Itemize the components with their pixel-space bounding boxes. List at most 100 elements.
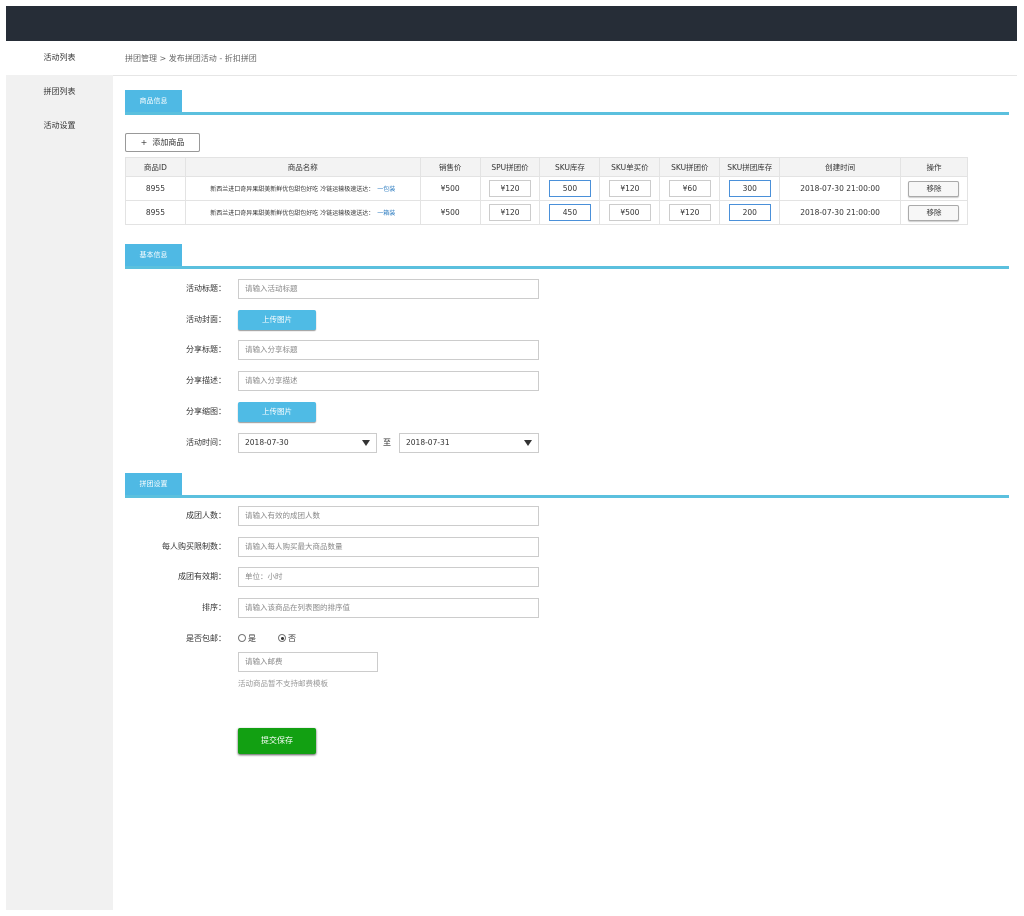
cell-sku-group: ¥120 <box>659 200 721 225</box>
col-header: 操作 <box>899 157 969 177</box>
activity-time-row: 活动时间： 2018-07-30 至 2018-07-31 <box>113 433 1017 453</box>
activity-title-row: 活动标题： 请输入活动标题 <box>113 279 1017 299</box>
sidebar-item-activity-settings[interactable]: 活动设置 <box>6 109 113 143</box>
spec-link[interactable]: 一包装 <box>377 186 395 193</box>
remove-button[interactable]: 移除 <box>908 204 960 221</box>
sku-group-stock-input[interactable]: 200 <box>728 204 771 221</box>
valid-period-label: 成团有效期： <box>178 572 226 581</box>
col-header: SPU拼团价 <box>479 157 541 177</box>
valid-period-row: 成团有效期： 单位：小时 <box>113 567 1017 587</box>
sidebar-item-activity-list[interactable]: 活动列表 <box>6 41 113 75</box>
shipping-no-label: 否 <box>288 634 296 643</box>
activity-time-label: 活动时间： <box>186 438 226 447</box>
share-title-label: 分享标题： <box>186 345 226 354</box>
spec-link[interactable]: 一箱装 <box>377 210 395 217</box>
activity-title-input[interactable]: 请输入活动标题 <box>238 279 539 299</box>
col-header: SKU库存 <box>539 157 601 177</box>
sku-stock-input[interactable]: 450 <box>548 204 591 221</box>
main-content: 拼团管理 > 发布拼团活动 - 折扣拼团 商品信息 + 添加商品 商品ID 商品名… <box>113 41 1017 910</box>
share-desc-input[interactable]: 请输入分享描述 <box>238 371 539 391</box>
submit-save-button[interactable]: 提交保存 <box>238 728 316 754</box>
group-section-title: 拼团设置 <box>125 473 182 495</box>
sidebar: 活动列表 拼团列表 活动设置 <box>6 41 113 910</box>
product-table: 商品ID 商品名称 销售价 SPU拼团价 SKU库存 SKU单买价 SKU拼团价… <box>125 157 969 225</box>
cell-sku-stock: 500 <box>539 176 601 201</box>
top-bar <box>6 6 1017 41</box>
cell-price: ¥500 <box>419 176 481 201</box>
sku-group-price-input[interactable]: ¥60 <box>668 180 711 197</box>
shipping-no-option[interactable]: 否 <box>278 629 296 649</box>
group-size-row: 成团人数： 请输入有效的成团人数 <box>113 506 1017 526</box>
table-header-row: 商品ID 商品名称 销售价 SPU拼团价 SKU库存 SKU单买价 SKU拼团价… <box>125 157 969 177</box>
sort-label: 排序： <box>202 603 226 612</box>
cell-sku-group-stock: 300 <box>719 176 781 201</box>
shipping-hint: 活动商品暂不支持邮费模板 <box>238 679 328 688</box>
col-header: 商品名称 <box>184 157 421 177</box>
cover-row: 活动封面： 上传图片 <box>113 310 1017 330</box>
share-title-row: 分享标题： 请输入分享标题 <box>113 340 1017 360</box>
col-header: 创建时间 <box>779 157 901 177</box>
sort-input[interactable]: 请输入该商品在列表图的排序值 <box>238 598 539 618</box>
cell-sku-group-stock: 200 <box>719 200 781 225</box>
cell-price: ¥500 <box>419 200 481 225</box>
col-header: SKU拼团库存 <box>719 157 781 177</box>
app-window: 活动列表 拼团列表 活动设置 拼团管理 > 发布拼团活动 - 折扣拼团 商品信息… <box>6 6 1017 910</box>
sku-group-price-input[interactable]: ¥120 <box>668 204 711 221</box>
sku-stock-input[interactable]: 500 <box>548 180 591 197</box>
remove-button[interactable]: 移除 <box>908 180 960 197</box>
purchase-limit-input[interactable]: 请输入每人购买最大商品数量 <box>238 537 539 557</box>
upload-share-image-button[interactable]: 上传图片 <box>238 402 316 422</box>
sku-group-stock-input[interactable]: 300 <box>728 180 771 197</box>
radio-icon <box>238 634 246 642</box>
plus-icon: + <box>140 138 148 147</box>
cell-name: 新西兰进口奇异果甜美新鲜优包甜包好吃 冷链运输极速送达： 一箱装 <box>184 200 421 225</box>
purchase-limit-row: 每人购买限制数： 请输入每人购买最大商品数量 <box>113 537 1017 557</box>
cell-sku-single: ¥500 <box>599 200 661 225</box>
add-product-button[interactable]: + 添加商品 <box>125 133 200 152</box>
shipping-row: 是否包邮： 是 否 <box>113 629 1017 649</box>
shipping-fee-input[interactable]: 请输入邮费 <box>238 652 378 672</box>
sort-row: 排序： 请输入该商品在列表图的排序值 <box>113 598 1017 618</box>
start-date-select[interactable]: 2018-07-30 <box>238 433 377 453</box>
share-title-input[interactable]: 请输入分享标题 <box>238 340 539 360</box>
basic-section-header: 基本信息 <box>125 244 1009 269</box>
cell-created: 2018-07-30 21:00:00 <box>779 200 901 225</box>
share-desc-row: 分享描述： 请输入分享描述 <box>113 371 1017 391</box>
share-image-label: 分享缩图： <box>186 407 226 416</box>
product-name: 新西兰进口奇异果甜美新鲜优包甜包好吃 冷链运输极速送达： <box>210 186 375 193</box>
col-header: SKU单买价 <box>599 157 661 177</box>
shipping-yes-label: 是 <box>248 634 256 643</box>
add-product-label: 添加商品 <box>152 138 185 147</box>
cell-created: 2018-07-30 21:00:00 <box>779 176 901 201</box>
basic-section-title: 基本信息 <box>125 244 182 266</box>
end-date-value: 2018-07-31 <box>406 438 450 447</box>
cell-sku-single: ¥120 <box>599 176 661 201</box>
cell-id: 8955 <box>125 200 186 225</box>
end-date-select[interactable]: 2018-07-31 <box>399 433 539 453</box>
breadcrumb: 拼团管理 > 发布拼团活动 - 折扣拼团 <box>113 41 1017 76</box>
share-image-row: 分享缩图： 上传图片 <box>113 402 1017 422</box>
col-header: 商品ID <box>125 157 186 177</box>
table-row: 8955 新西兰进口奇异果甜美新鲜优包甜包好吃 冷链运输极速送达： 一箱装 ¥50… <box>125 200 969 225</box>
cell-spu-price: ¥120 <box>479 200 541 225</box>
cell-name: 新西兰进口奇异果甜美新鲜优包甜包好吃 冷链运输极速送达： 一包装 <box>184 176 421 201</box>
share-desc-label: 分享描述： <box>186 376 226 385</box>
spu-price-input[interactable]: ¥120 <box>489 204 532 221</box>
group-section-header: 拼团设置 <box>125 473 1009 498</box>
caret-down-icon <box>362 440 370 446</box>
spu-price-input[interactable]: ¥120 <box>489 180 532 197</box>
sidebar-item-group-list[interactable]: 拼团列表 <box>6 75 113 109</box>
group-size-input[interactable]: 请输入有效的成团人数 <box>238 506 539 526</box>
upload-cover-button[interactable]: 上传图片 <box>238 310 316 330</box>
cell-id: 8955 <box>125 176 186 201</box>
sku-single-price-input[interactable]: ¥500 <box>608 204 651 221</box>
shipping-yes-option[interactable]: 是 <box>238 629 256 649</box>
product-name: 新西兰进口奇异果甜美新鲜优包甜包好吃 冷链运输极速送达： <box>210 210 375 217</box>
cell-action: 移除 <box>899 176 969 201</box>
start-date-value: 2018-07-30 <box>245 438 289 447</box>
radio-selected-icon <box>278 634 286 642</box>
cell-sku-stock: 450 <box>539 200 601 225</box>
table-row: 8955 新西兰进口奇异果甜美新鲜优包甜包好吃 冷链运输极速送达： 一包装 ¥50… <box>125 176 969 201</box>
sku-single-price-input[interactable]: ¥120 <box>608 180 651 197</box>
valid-period-input[interactable]: 单位：小时 <box>238 567 539 587</box>
